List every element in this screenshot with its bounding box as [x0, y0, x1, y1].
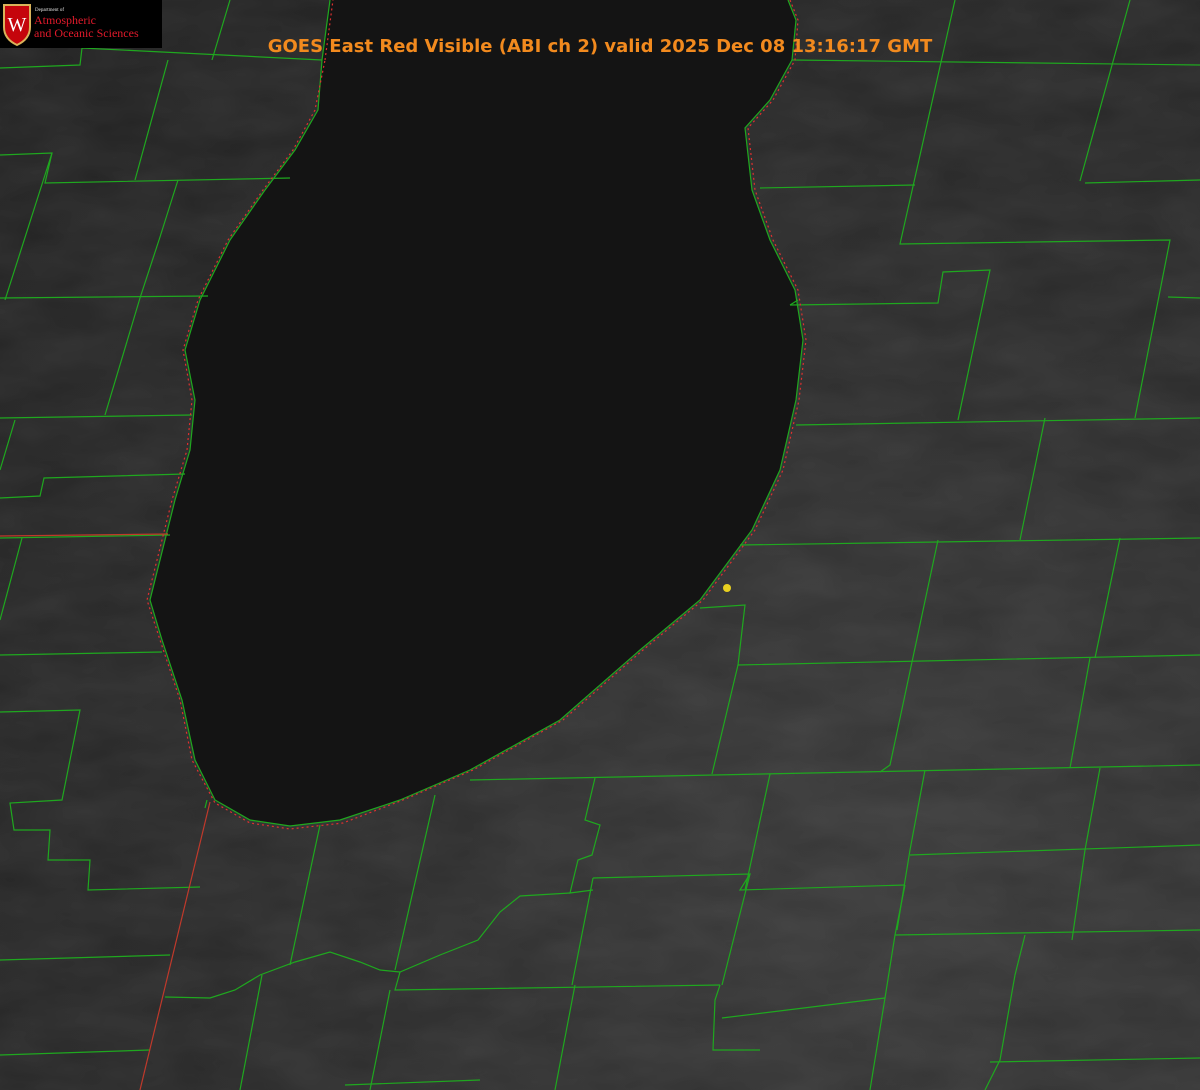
svg-text:W: W — [8, 14, 27, 36]
image-title: GOES East Red Visible (ABI ch 2) valid 2… — [267, 36, 933, 57]
map-overlay — [0, 0, 1200, 1090]
station-marker — [723, 584, 731, 592]
satellite-image-viewer: W Department of Atmospheric and Oceanic … — [0, 0, 1200, 1090]
